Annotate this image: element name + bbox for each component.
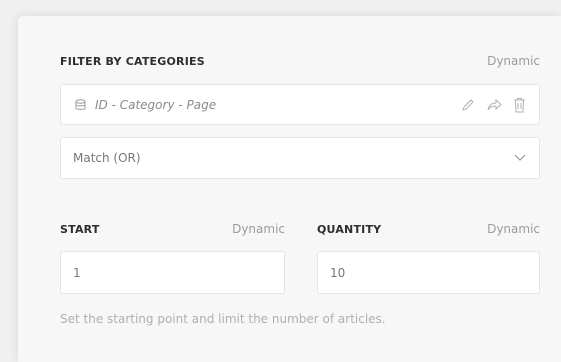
quantity-input[interactable]: 10 [317, 251, 540, 294]
pencil-icon[interactable] [459, 96, 477, 114]
quantity-input-value: 10 [330, 265, 346, 280]
start-label: START [60, 222, 100, 236]
quantity-header: QUANTITY Dynamic [317, 222, 540, 236]
filter-label: FILTER BY CATEGORIES [60, 54, 205, 68]
match-select[interactable]: Match (OR) [60, 137, 540, 179]
start-header: START Dynamic [60, 222, 285, 236]
trash-icon[interactable] [511, 96, 527, 114]
share-icon[interactable] [485, 96, 503, 114]
start-input-value: 1 [73, 265, 81, 280]
database-icon [73, 98, 87, 112]
category-source-text: ID - Category - Page [95, 97, 217, 112]
chevron-down-icon [513, 151, 527, 165]
help-text: Set the starting point and limit the num… [60, 312, 386, 326]
settings-panel: FILTER BY CATEGORIES Dynamic ID - Catego… [18, 16, 561, 362]
match-select-value: Match (OR) [73, 151, 141, 165]
filter-header: FILTER BY CATEGORIES Dynamic [60, 54, 540, 68]
start-dynamic-link[interactable]: Dynamic [232, 222, 285, 236]
quantity-dynamic-link[interactable]: Dynamic [487, 222, 540, 236]
category-source-field[interactable]: ID - Category - Page [60, 84, 540, 125]
start-input[interactable]: 1 [60, 251, 285, 294]
quantity-label: QUANTITY [317, 222, 382, 236]
filter-dynamic-link[interactable]: Dynamic [487, 54, 540, 68]
